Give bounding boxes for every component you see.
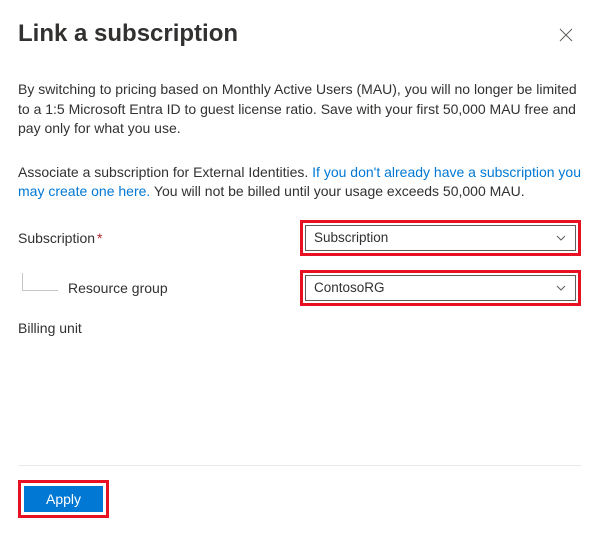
panel-header: Link a subscription bbox=[18, 20, 581, 50]
resource-group-row: Resource group ContosoRG bbox=[18, 270, 581, 306]
subscription-label: Subscription bbox=[18, 230, 95, 246]
tree-connector-icon bbox=[22, 273, 58, 291]
resource-group-dropdown[interactable]: ContosoRG bbox=[305, 275, 576, 301]
billing-unit-row: Billing unit bbox=[18, 320, 581, 336]
associate-text: Associate a subscription for External Id… bbox=[18, 163, 581, 202]
resource-group-label: Resource group bbox=[68, 280, 168, 296]
apply-highlight: Apply bbox=[18, 480, 109, 518]
intro-text: By switching to pricing based on Monthly… bbox=[18, 80, 581, 139]
panel-title: Link a subscription bbox=[18, 20, 238, 48]
resource-group-value: ContosoRG bbox=[314, 280, 385, 295]
panel-footer: Apply bbox=[18, 465, 581, 518]
billing-unit-label: Billing unit bbox=[18, 320, 82, 336]
associate-pre-text: Associate a subscription for External Id… bbox=[18, 164, 312, 180]
chevron-down-icon bbox=[555, 232, 567, 244]
subscription-highlight: Subscription bbox=[300, 220, 581, 256]
billing-unit-label-col: Billing unit bbox=[18, 320, 300, 336]
chevron-down-icon bbox=[555, 282, 567, 294]
close-icon bbox=[559, 28, 573, 42]
apply-button[interactable]: Apply bbox=[24, 486, 103, 512]
associate-post-text: You will not be billed until your usage … bbox=[150, 183, 524, 199]
subscription-value: Subscription bbox=[314, 230, 388, 245]
required-indicator: * bbox=[97, 230, 102, 246]
resource-group-highlight: ContosoRG bbox=[300, 270, 581, 306]
subscription-label-col: Subscription * bbox=[18, 230, 300, 246]
resource-group-label-col: Resource group bbox=[18, 279, 300, 297]
close-button[interactable] bbox=[551, 20, 581, 50]
subscription-dropdown[interactable]: Subscription bbox=[305, 225, 576, 251]
subscription-row: Subscription * Subscription bbox=[18, 220, 581, 256]
